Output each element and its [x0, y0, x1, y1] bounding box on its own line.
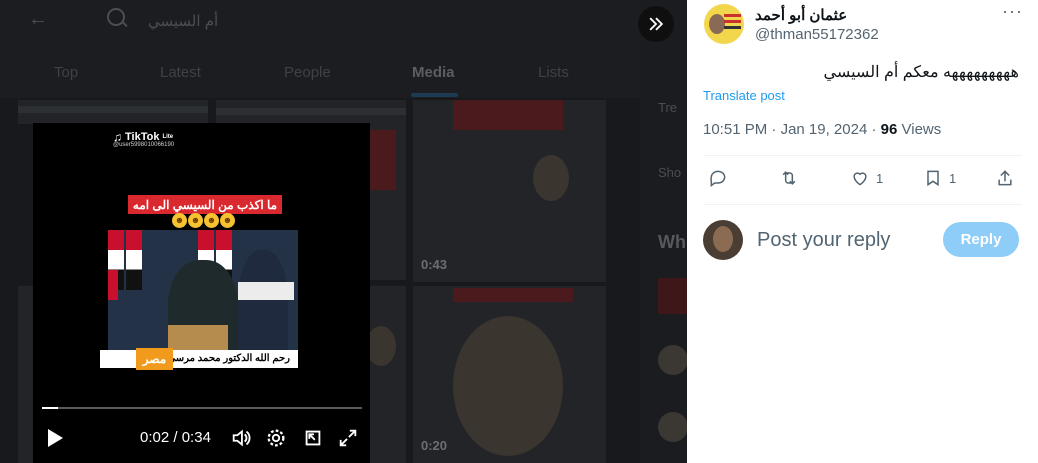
author-handle[interactable]: @thman55172362	[755, 26, 879, 43]
repost-icon	[782, 171, 796, 185]
views-label: Views	[901, 121, 942, 138]
video-player[interactable]: ♫ TikTok Lite @user5998010066190 ما اكذب…	[33, 123, 370, 463]
video-duration: 0:43	[421, 257, 448, 272]
bookmark-count: 1	[949, 170, 957, 186]
tab-media[interactable]: Media	[412, 64, 455, 81]
settings-gear-icon[interactable]	[265, 427, 287, 449]
share-action[interactable]	[995, 168, 1015, 188]
author-avatar[interactable]	[704, 4, 744, 44]
share-icon	[998, 170, 1012, 186]
tweet-detail-panel: عثمان أبو أحمد @thman55172362 ··· هههههه…	[687, 0, 1038, 463]
fullscreen-icon[interactable]	[337, 427, 359, 449]
tweet-text: هههههههههه معكم أم السيسي	[823, 64, 1019, 81]
background-sidebar: Tre Sho Wh	[640, 0, 687, 463]
bookmark-action[interactable]: 1	[923, 168, 956, 188]
translate-post-link[interactable]: Translate post	[703, 88, 785, 103]
tab-top[interactable]: Top	[54, 64, 78, 81]
reply-button[interactable]: Reply	[943, 222, 1019, 257]
media-tile[interactable]: 0:20	[413, 286, 606, 463]
search-header: ← أم السيسي Top Latest People Media List…	[0, 0, 687, 98]
laughing-emoji-icons: ☻ ☻ ☻ ☻	[172, 213, 235, 229]
video-time: 0:02 / 0:34	[140, 429, 211, 446]
tab-lists[interactable]: Lists	[538, 64, 569, 81]
like-action[interactable]: 1	[850, 168, 883, 188]
active-tab-indicator	[411, 93, 458, 97]
video-progress-bar[interactable]	[42, 407, 362, 409]
tweet-date[interactable]: Jan 19, 2024	[781, 121, 868, 138]
reply-action[interactable]	[708, 168, 728, 188]
tweet-time[interactable]: 10:51 PM	[703, 121, 767, 138]
laughing-emoji-icon: ☻	[172, 213, 187, 228]
reply-input[interactable]: Post your reply	[757, 229, 890, 252]
laughing-emoji-icon: ☻	[204, 213, 219, 228]
tab-people[interactable]: People	[284, 64, 331, 81]
tab-latest[interactable]: Latest	[160, 64, 201, 81]
divider	[703, 155, 1022, 156]
video-lower-third: رحم الله الدكتور محمد مرسي	[100, 350, 298, 368]
tiktok-user: @user5998010066190	[113, 142, 175, 148]
tiktok-brand-suffix: Lite	[162, 134, 174, 140]
video-badge: مصر	[136, 348, 173, 370]
video-duration: 0:20	[421, 438, 448, 453]
duration: 0:34	[181, 429, 211, 446]
picture-in-picture-icon[interactable]	[302, 427, 324, 449]
divider	[703, 204, 1022, 205]
current-user-avatar[interactable]	[703, 220, 743, 260]
views-count: 96	[880, 121, 898, 138]
tweet-actions: 1 1	[703, 168, 1022, 192]
double-chevron-right-icon	[649, 17, 664, 31]
play-icon[interactable]	[48, 429, 63, 447]
repost-action[interactable]	[779, 168, 799, 188]
video-caption: ما اكذب من السيسي الى امه	[128, 195, 282, 214]
current-time: 0:02	[140, 429, 170, 446]
video-frame	[108, 230, 298, 360]
search-input[interactable]: أم السيسي	[148, 12, 218, 30]
author-display-name[interactable]: عثمان أبو أحمد	[755, 6, 847, 24]
expand-chevron-icon[interactable]	[638, 6, 674, 42]
volume-icon[interactable]	[230, 427, 252, 449]
tweet-meta: 10:51 PM · Jan 19, 2024 · 96 Views	[703, 121, 942, 138]
search-icon	[107, 8, 125, 26]
bookmark-icon	[927, 170, 939, 187]
reply-icon	[710, 170, 726, 187]
video-progress-fill	[42, 407, 58, 409]
back-arrow-icon[interactable]: ←	[28, 8, 48, 31]
like-count: 1	[876, 170, 884, 186]
media-tile[interactable]: 0:43	[413, 100, 606, 282]
more-options-icon[interactable]: ···	[1002, 2, 1022, 26]
media-tile[interactable]	[18, 100, 208, 124]
heart-icon	[853, 172, 867, 186]
laughing-emoji-icon: ☻	[220, 213, 235, 228]
laughing-emoji-icon: ☻	[188, 213, 203, 228]
